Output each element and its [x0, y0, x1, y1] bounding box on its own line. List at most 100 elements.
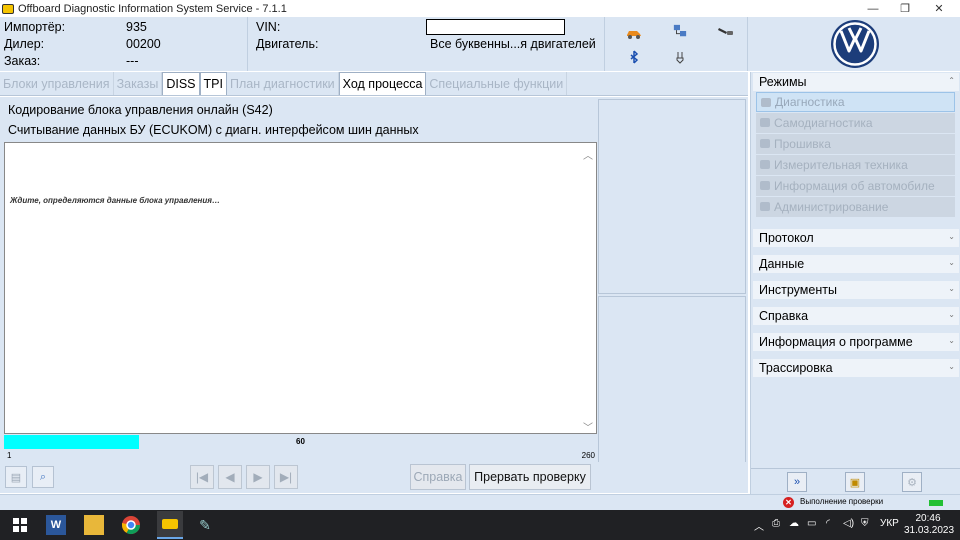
- odis-taskbar-icon[interactable]: [157, 511, 183, 539]
- progress-max: 260: [581, 451, 595, 460]
- right-sidebar: Режимы ⌃ Диагностика Самодиагностика Прош…: [750, 72, 960, 494]
- abort-check-button[interactable]: Прервать проверку: [469, 464, 591, 490]
- progress-bar: 60: [4, 435, 597, 449]
- last-page-icon[interactable]: ▶|: [274, 465, 298, 489]
- mode-flashing[interactable]: Прошивка: [756, 134, 955, 154]
- expand-icon[interactable]: ⌄: [948, 310, 955, 319]
- prev-page-icon[interactable]: ◀: [218, 465, 242, 489]
- print-icon[interactable]: ▤: [5, 466, 27, 488]
- collapse-icon[interactable]: ⌃: [948, 76, 955, 85]
- next-page-icon[interactable]: ▶: [246, 465, 270, 489]
- engine-label: Двигатель:: [256, 37, 319, 51]
- mode-administration[interactable]: Администрирование: [756, 197, 955, 217]
- connection-led: [929, 500, 943, 506]
- screenshot-icon[interactable]: ▣: [845, 472, 865, 492]
- scroll-up-icon[interactable]: ︿: [583, 147, 593, 162]
- modes-header[interactable]: Режимы ⌃: [753, 73, 959, 91]
- bottom-toolbar: ▤ ⌕ |◀ ◀ ▶ ▶| Справка Прервать проверку: [0, 462, 748, 492]
- usb-icon[interactable]: ⎙: [772, 518, 780, 529]
- title-bar: Offboard Diagnostic Information System S…: [0, 0, 960, 17]
- odis-app-icon: [2, 3, 14, 14]
- file-explorer-icon[interactable]: [84, 515, 104, 535]
- tablet-icon[interactable]: ▭: [807, 518, 816, 529]
- vehicle-panel: VIN: Двигатель: Все буквенны...я двигате…: [250, 17, 602, 71]
- administration-icon: [760, 202, 770, 211]
- section-protocol[interactable]: Протокол ⌄: [753, 229, 959, 247]
- tab-tpi[interactable]: TPI: [199, 72, 227, 95]
- language-indicator[interactable]: УКР: [880, 518, 899, 529]
- expand-icon[interactable]: ⌄: [948, 258, 955, 267]
- vehicle-info-header: Импортёр: 935 Дилер: 00200 Заказ: --- VI…: [0, 17, 960, 71]
- section-data[interactable]: Данные ⌄: [753, 255, 959, 273]
- sidebar-footer: » ▣ ⚙: [751, 468, 960, 494]
- word-icon[interactable]: W: [46, 515, 66, 535]
- vw-logo-icon: [831, 20, 879, 68]
- dealer-value: 00200: [126, 37, 161, 51]
- section-tools[interactable]: Инструменты ⌄: [753, 281, 959, 299]
- importer-value: 935: [126, 20, 147, 34]
- mode-vehicle-info[interactable]: Информация об автомобиле: [756, 176, 955, 196]
- mode-self-diagnostics[interactable]: Самодиагностика: [756, 113, 955, 133]
- chrome-icon[interactable]: [121, 515, 141, 535]
- clock-time: 20:46: [915, 513, 941, 524]
- diagnostics-icon: [761, 98, 771, 107]
- vin-field: [426, 19, 565, 35]
- system-clock[interactable]: 20:46 31.03.2023: [904, 513, 955, 537]
- engine-value: Все буквенны...я двигателей: [430, 37, 596, 51]
- status-bar: ✕ Выполнение проверки: [0, 494, 960, 510]
- network-icon: [673, 24, 687, 37]
- tab-control-units[interactable]: Блоки управления: [0, 72, 114, 95]
- first-page-icon[interactable]: |◀: [190, 465, 214, 489]
- dealer-info-panel: Импортёр: 935 Дилер: 00200 Заказ: ---: [0, 17, 248, 71]
- voltage-icon: [676, 52, 684, 64]
- window-title: Offboard Diagnostic Information System S…: [18, 2, 287, 15]
- process-log[interactable]: Ждите, определяются данные блока управле…: [4, 142, 597, 434]
- volume-icon[interactable]: ◁): [843, 518, 854, 529]
- error-status-icon: ✕: [783, 497, 794, 508]
- vin-label: VIN:: [256, 20, 281, 34]
- tab-special-functions[interactable]: Специальные функции: [426, 72, 568, 95]
- info-pane-top: [598, 99, 746, 294]
- minimize-icon[interactable]: —: [858, 0, 888, 17]
- help-button[interactable]: Справка: [410, 464, 466, 490]
- importer-label: Импортёр:: [4, 20, 66, 34]
- progress-section: 60 1 260: [4, 434, 597, 462]
- windows-start-icon[interactable]: [10, 515, 30, 535]
- paint-icon[interactable]: ✎: [195, 515, 215, 535]
- section-help[interactable]: Справка ⌄: [753, 307, 959, 325]
- dealer-label: Дилер:: [4, 37, 45, 51]
- main-tabs: Блоки управления Заказы DISS TPI План ди…: [0, 72, 748, 96]
- tab-process-flow[interactable]: Ход процесса: [338, 72, 427, 95]
- process-title-panel: Кодирование блока управления онлайн (S42…: [2, 99, 596, 141]
- section-tracing[interactable]: Трассировка ⌄: [753, 359, 959, 377]
- onedrive-icon[interactable]: ☁: [789, 518, 799, 529]
- windows-taskbar: W ✎ ︿ ⎙ ☁ ▭ ◜ ◁) ⛨ УКР 20:46 31.03.2023: [0, 510, 960, 540]
- process-work-area: Кодирование блока управления онлайн (S42…: [0, 97, 748, 493]
- progress-min: 1: [7, 451, 12, 460]
- expand-icon[interactable]: ⌄: [948, 362, 955, 371]
- process-subtitle: Считывание данных БУ (ECUKOM) с диагн. и…: [8, 123, 419, 137]
- scroll-down-icon[interactable]: ﹀: [583, 419, 593, 434]
- tab-diagnostic-plan[interactable]: План диагностики: [227, 72, 339, 95]
- expand-icon[interactable]: ⌄: [948, 284, 955, 293]
- maximize-icon[interactable]: ❐: [890, 0, 920, 17]
- expand-icon[interactable]: ⌄: [948, 336, 955, 345]
- section-about[interactable]: Информация о программе ⌄: [753, 333, 959, 351]
- settings-icon[interactable]: ⚙: [902, 472, 922, 492]
- defender-icon[interactable]: ⛨: [861, 518, 869, 529]
- wifi-icon[interactable]: ◜: [826, 518, 830, 529]
- mode-measurement[interactable]: Измерительная техника: [756, 155, 955, 175]
- progress-value-label: 60: [296, 437, 305, 446]
- tab-orders[interactable]: Заказы: [114, 72, 163, 95]
- close-icon[interactable]: ✕: [924, 0, 954, 17]
- vehicle-info-icon: [760, 181, 770, 190]
- forward-icon[interactable]: »: [787, 472, 807, 492]
- mode-diagnostics[interactable]: Диагностика: [756, 92, 955, 112]
- expand-icon[interactable]: ⌄: [948, 232, 955, 241]
- preview-icon[interactable]: ⌕: [32, 466, 54, 488]
- tray-overflow-icon[interactable]: ︿: [754, 518, 764, 533]
- measurement-icon: [760, 160, 770, 169]
- clock-date: 31.03.2023: [904, 525, 955, 536]
- flashing-icon: [760, 139, 770, 148]
- tab-diss[interactable]: DISS: [162, 72, 200, 95]
